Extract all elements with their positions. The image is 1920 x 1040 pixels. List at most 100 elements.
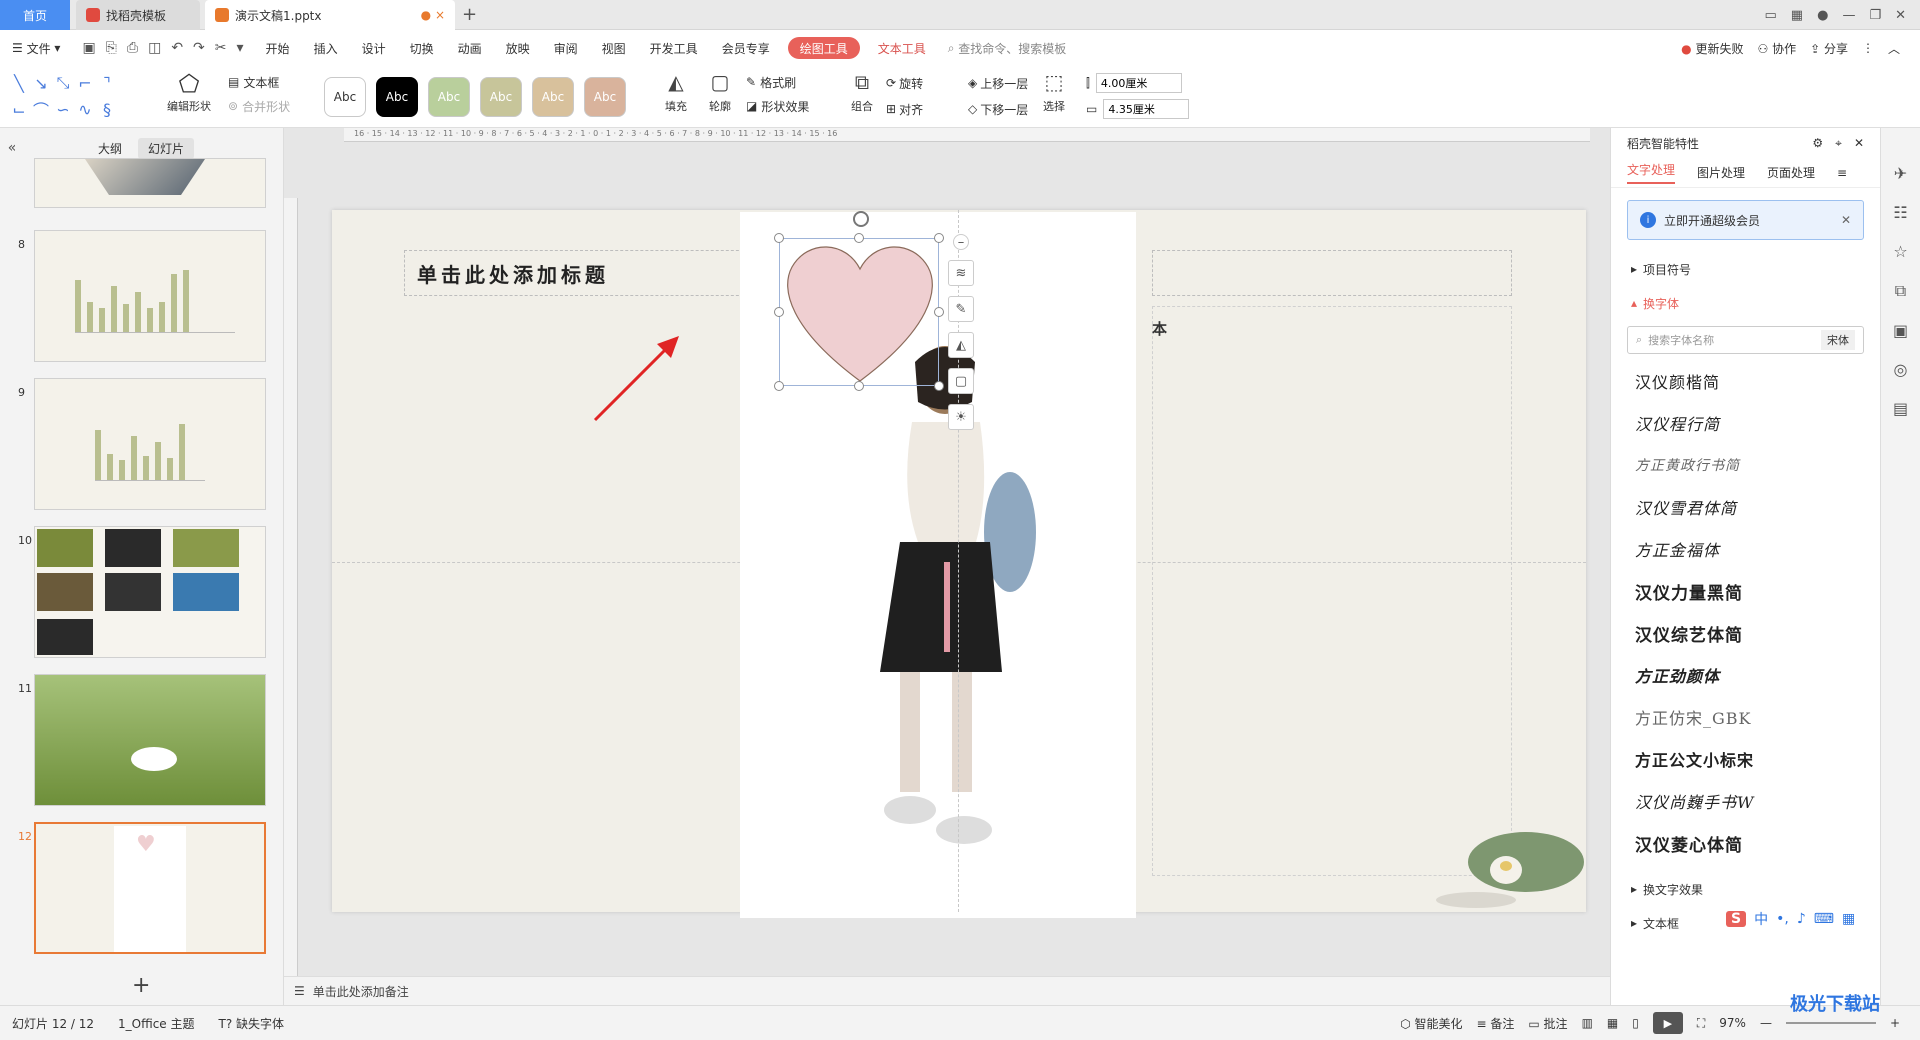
collaborate-button[interactable]: ⚇ 协作 (1758, 40, 1797, 57)
font-item[interactable]: 汉仪程行简 (1635, 402, 1856, 444)
menu-start[interactable]: 开始 (254, 30, 302, 66)
outline-button[interactable]: ▢ 轮廓 (700, 70, 740, 124)
idea-icon[interactable]: ☀ (948, 404, 974, 430)
menu-view[interactable]: 视图 (590, 30, 638, 66)
play-button[interactable]: ▶ (1652, 1012, 1683, 1034)
rocket-icon[interactable]: ✈ (1894, 164, 1907, 183)
grid-icon[interactable]: ▦ (1791, 8, 1803, 23)
resize-handle[interactable] (854, 233, 864, 243)
style-1[interactable]: Abc (324, 77, 366, 117)
heart-shape[interactable] (780, 239, 940, 387)
minimize-icon[interactable]: — (1842, 8, 1855, 23)
textbox-button[interactable]: ▤ 文本框 (228, 70, 308, 94)
width-input[interactable] (1103, 99, 1190, 119)
vip-banner[interactable]: i 立即开通超级会员 ✕ (1627, 200, 1864, 240)
slide-thumb-9[interactable] (34, 378, 266, 510)
panel-menu-icon[interactable]: ≡ (1837, 166, 1847, 180)
zoom-slider[interactable] (1785, 1022, 1876, 1024)
notes-bar[interactable]: ☰ 单击此处添加备注 (284, 976, 1610, 1005)
menu-developer[interactable]: 开发工具 (638, 30, 710, 66)
close-vip-icon[interactable]: ✕ (1841, 213, 1851, 227)
heart-selection[interactable] (779, 238, 939, 386)
menu-review[interactable]: 审阅 (542, 30, 590, 66)
navigator-icon[interactable]: ◎ (1894, 360, 1908, 379)
tab-text-processing[interactable]: 文字处理 (1627, 161, 1676, 184)
font-item[interactable]: 汉仪尚巍手书W (1635, 780, 1856, 822)
export-icon[interactable]: ⎘ (106, 40, 117, 56)
pin-icon[interactable]: ⌖ (1835, 136, 1842, 151)
tab-home[interactable]: 首页 (0, 0, 70, 30)
tab-templates[interactable]: 找稻壳模板 (76, 0, 200, 30)
crop-icon[interactable]: ▢ (948, 368, 974, 394)
pen-icon[interactable]: ✎ (948, 296, 974, 322)
font-item[interactable]: 汉仪力量黑简 (1635, 570, 1856, 612)
smart-beautify-button[interactable]: ⬡ 智能美化 (1400, 1015, 1462, 1032)
menu-animation[interactable]: 动画 (446, 30, 494, 66)
minus-icon[interactable]: – (953, 234, 969, 250)
current-font-tag[interactable]: 宋体 (1821, 330, 1855, 350)
reading-view-icon[interactable]: ▯ (1632, 1016, 1639, 1030)
save-icon[interactable]: ▣ (82, 40, 95, 56)
elbow-conn-icon[interactable]: ⌙ (8, 96, 30, 122)
share-button[interactable]: ⇪ 分享 (1810, 40, 1848, 57)
curve-double-icon[interactable]: ∿ (74, 96, 96, 122)
tab-outline[interactable]: 大纲 (88, 138, 132, 159)
smart-panel-title[interactable]: 稻壳智能特性 (1627, 135, 1699, 152)
slide[interactable]: 单击此处添加标题 – ≋ ✎ ◭ ▢ ☀ 本 (332, 210, 1586, 918)
align-button[interactable]: ⊞ 对齐 (886, 96, 968, 122)
style-5[interactable]: Abc (532, 77, 574, 117)
tab-slides[interactable]: 幻灯片 (138, 137, 195, 159)
close-panel-icon[interactable]: ✕ (1854, 136, 1864, 151)
shape-effect-button[interactable]: ◪ 形状效果 (746, 94, 830, 118)
menu-insert[interactable]: 插入 (302, 30, 350, 66)
body-placeholder[interactable] (1152, 306, 1512, 876)
print-icon[interactable]: ⎙ (127, 40, 138, 56)
collapse-panel-icon[interactable]: « (0, 140, 24, 156)
fill-button[interactable]: ◭ 填充 (656, 70, 696, 124)
format-painter-button[interactable]: ✎ 格式刷 (746, 70, 830, 94)
double-arrow-icon[interactable]: ⤡ (52, 70, 74, 96)
zoom-out-icon[interactable]: — (1760, 1016, 1772, 1030)
more-menu-icon[interactable]: ⋮ (1862, 41, 1874, 55)
copy-icon[interactable]: ⧉ (1895, 281, 1906, 301)
rotate-button[interactable]: ⟳ 旋转 (886, 70, 968, 96)
font-item[interactable]: 方正劲颜体 (1635, 654, 1856, 696)
font-item[interactable]: 汉仪雪君体简 (1635, 486, 1856, 528)
resize-handle[interactable] (774, 381, 784, 391)
elbow-shape-icon[interactable]: ⌐ (74, 70, 96, 96)
rotate-handle[interactable] (853, 211, 869, 227)
sorter-view-icon[interactable]: ▦ (1607, 1016, 1618, 1030)
undo-icon[interactable]: ↶ (171, 40, 183, 56)
settings-icon[interactable]: ⚙ (1812, 136, 1823, 151)
style-3[interactable]: Abc (428, 77, 470, 117)
resize-handle[interactable] (774, 307, 784, 317)
collapse-ribbon-icon[interactable]: ︿ (1888, 40, 1900, 57)
avatar[interactable]: ● (1817, 8, 1828, 23)
notes-button[interactable]: ≡ 备注 (1477, 1015, 1515, 1032)
font-item[interactable]: 汉仪菱心体简 (1635, 822, 1856, 864)
style-6[interactable]: Abc (584, 77, 626, 117)
style-4[interactable]: Abc (480, 77, 522, 117)
menu-design[interactable]: 设计 (350, 30, 398, 66)
resize-handle[interactable] (854, 381, 864, 391)
text-effect-section[interactable]: ▸ 换文字效果 (1611, 872, 1880, 906)
zoom-in-icon[interactable]: + (1890, 1016, 1900, 1030)
edit-shape-button[interactable]: ⬠ 编辑形状 (158, 70, 220, 124)
font-item[interactable]: 汉仪颜楷简 (1635, 360, 1856, 402)
group-button[interactable]: ⧉ 组合 (842, 70, 882, 124)
menu-transition[interactable]: 切换 (398, 30, 446, 66)
close-icon[interactable]: ✕ (1895, 8, 1906, 23)
font-item[interactable]: 方正金福体 (1635, 528, 1856, 570)
height-input[interactable] (1095, 73, 1182, 93)
restore-icon[interactable]: ❐ (1869, 8, 1881, 23)
font-item[interactable]: 方正黄政行书简 (1635, 444, 1856, 486)
ime-toolbar[interactable]: S 中 •, ♪ ⌨ ▦ (1726, 905, 1876, 933)
font-item[interactable]: 汉仪综艺体简 (1635, 612, 1856, 654)
slide-thumb-10[interactable] (34, 526, 266, 658)
tab-document[interactable]: 演示文稿1.pptx ● × (205, 0, 455, 30)
font-item[interactable]: 方正仿宋_GBK (1635, 696, 1856, 738)
more-icon[interactable]: ▾ (237, 40, 244, 56)
command-search[interactable]: ⌕ 查找命令、搜索模板 (948, 40, 1067, 57)
freeform-icon[interactable]: § (96, 96, 118, 122)
fill-bucket-icon[interactable]: ◭ (948, 332, 974, 358)
